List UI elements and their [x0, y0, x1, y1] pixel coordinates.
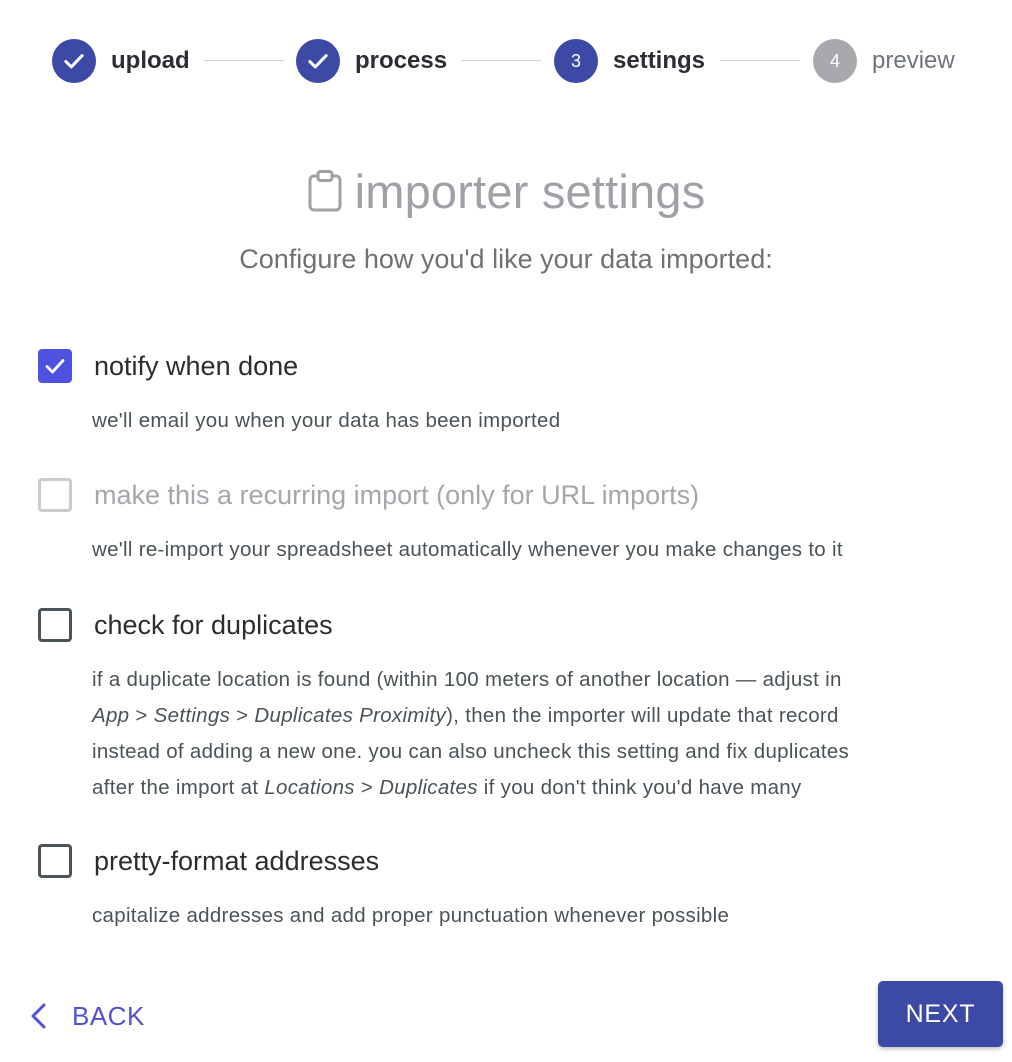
- page-header: importer settings: [0, 160, 1012, 222]
- duplicates-desc-line-4-pre: after the import at: [92, 776, 265, 799]
- next-label: NEXT: [905, 999, 976, 1028]
- notify-checkbox[interactable]: [38, 349, 72, 383]
- duplicates-desc-line-4: after the import at Locations > Duplicat…: [92, 770, 978, 806]
- stepper: upload process 3 settings 4 preview: [0, 0, 1012, 122]
- pretty-format-checkbox[interactable]: [38, 844, 72, 878]
- check-icon: [45, 359, 65, 374]
- page-subtitle: Configure how you'd like your data impor…: [239, 244, 773, 274]
- step-preview-label: preview: [872, 47, 955, 74]
- importer-settings-page: upload process 3 settings 4 preview impo…: [0, 0, 1012, 1062]
- settings-path-segment: Settings: [153, 704, 231, 727]
- recurring-description: we'll re-import your spreadsheet automat…: [92, 538, 843, 561]
- step-connector: [720, 60, 800, 61]
- option-notify: notify when done we'll email you when yo…: [38, 347, 978, 439]
- step-preview-number: 4: [813, 39, 857, 83]
- step-upload-label: upload: [111, 47, 190, 74]
- step-settings[interactable]: 3 settings: [554, 38, 705, 84]
- step-preview[interactable]: 4 preview: [813, 38, 955, 84]
- step-process-label: process: [355, 47, 448, 74]
- duplicates-desc-line-2-rest: ), then the importer will update that re…: [446, 704, 839, 727]
- step-process[interactable]: process: [296, 38, 447, 84]
- next-button[interactable]: NEXT: [878, 981, 1003, 1047]
- page-title: importer settings: [354, 164, 706, 218]
- path-separator: >: [354, 776, 380, 799]
- duplicates-checkbox[interactable]: [38, 608, 72, 642]
- duplicates-path-segment: Duplicates: [379, 776, 478, 799]
- option-recurring: make this a recurring import (only for U…: [38, 476, 978, 568]
- proximity-path-segment: Duplicates Proximity: [254, 704, 447, 727]
- app-path-segment: App: [92, 704, 130, 727]
- chevron-left-icon: [31, 1003, 46, 1029]
- pretty-format-label[interactable]: pretty-format addresses: [94, 846, 379, 877]
- duplicates-desc-line-3: instead of adding a new one. you can als…: [92, 740, 850, 763]
- back-label: BACK: [72, 1000, 145, 1031]
- pretty-format-description: capitalize addresses and add proper punc…: [92, 904, 730, 927]
- back-button[interactable]: BACK: [28, 996, 145, 1036]
- notify-label[interactable]: notify when done: [94, 351, 298, 382]
- recurring-checkbox: [38, 478, 72, 512]
- step-process-check-icon: [296, 39, 340, 83]
- step-connector: [204, 60, 284, 61]
- duplicates-desc-line-2: App > Settings > Duplicates Proximity), …: [92, 698, 978, 734]
- duplicates-description: if a duplicate location is found (within…: [92, 662, 978, 806]
- step-settings-label: settings: [613, 47, 706, 74]
- notify-description: we'll email you when your data has been …: [92, 409, 561, 432]
- locations-path-segment: Locations: [264, 776, 355, 799]
- duplicates-desc-line-4-rest: if you don't think you'd have many: [477, 776, 802, 799]
- clipboard-icon: [308, 170, 342, 212]
- step-connector: [461, 60, 541, 61]
- path-separator: >: [129, 704, 154, 727]
- duplicates-label[interactable]: check for duplicates: [94, 610, 333, 641]
- recurring-label: make this a recurring import (only for U…: [94, 479, 700, 510]
- step-upload[interactable]: upload: [52, 38, 190, 84]
- duplicates-desc-line-1: if a duplicate location is found (within…: [92, 668, 842, 691]
- step-settings-number: 3: [554, 39, 598, 83]
- step-upload-check-icon: [52, 39, 96, 83]
- option-duplicates: check for duplicates if a duplicate loca…: [38, 606, 978, 806]
- path-separator: >: [230, 704, 255, 727]
- option-pretty-format: pretty-format addresses capitalize addre…: [38, 842, 978, 934]
